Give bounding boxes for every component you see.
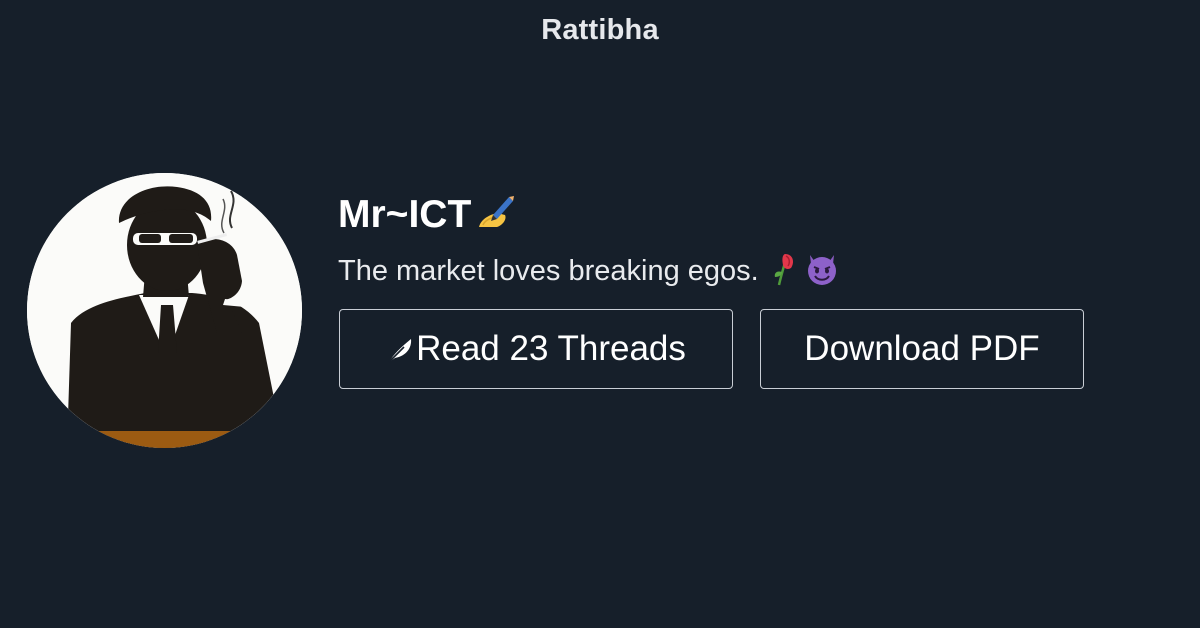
profile-name[interactable]: Mr~ICT xyxy=(338,193,471,237)
site-brand[interactable]: Rattibha xyxy=(0,14,1200,47)
page: Rattibha Mr~ICT The market loves breakin… xyxy=(0,0,1200,628)
read-threads-button[interactable]: Read 23 Threads xyxy=(339,309,733,389)
read-threads-label: Read 23 Threads xyxy=(416,329,686,368)
feather-icon xyxy=(386,333,414,373)
download-pdf-label: Download PDF xyxy=(804,329,1040,368)
smiling-devil-icon xyxy=(805,252,839,291)
action-buttons: Read 23 Threads Download PDF xyxy=(339,309,1084,389)
profile-info: Mr~ICT The market loves breaking egos. xyxy=(338,188,839,291)
name-row: Mr~ICT xyxy=(338,188,839,242)
bio-row: The market loves breaking egos. xyxy=(338,251,839,291)
writing-hand-icon xyxy=(475,193,515,238)
download-pdf-button[interactable]: Download PDF xyxy=(760,309,1084,389)
avatar-image xyxy=(27,173,302,448)
wilted-rose-icon xyxy=(773,252,799,291)
avatar xyxy=(27,173,302,448)
profile-bio: The market loves breaking egos. xyxy=(338,254,759,287)
